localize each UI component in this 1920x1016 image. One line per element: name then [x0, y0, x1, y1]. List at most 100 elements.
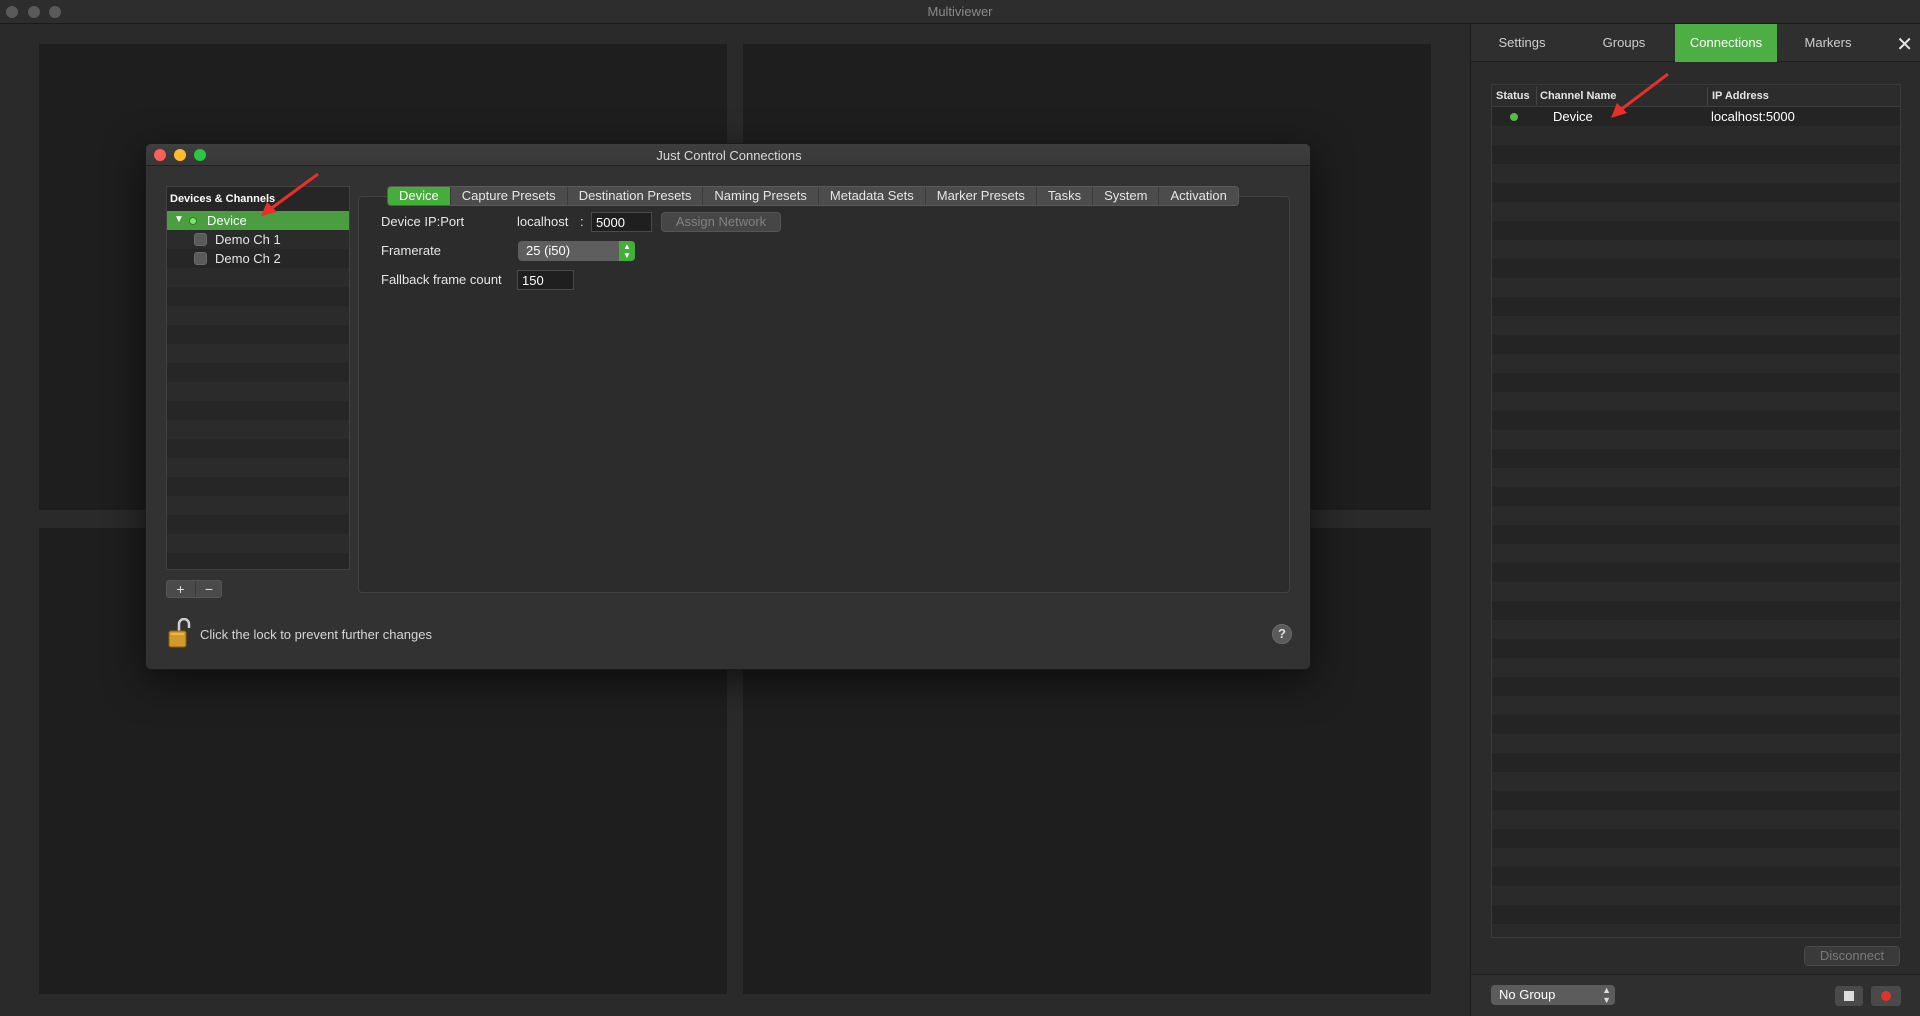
window-title: Multiviewer: [927, 4, 993, 19]
table-row[interactable]: Device localhost:5000: [1492, 107, 1900, 126]
close-icon[interactable]: ✕: [1896, 32, 1913, 57]
tab-system[interactable]: System: [1093, 187, 1160, 205]
table-stripe: [1492, 316, 1900, 335]
tab-destination-presets[interactable]: Destination Presets: [568, 187, 704, 205]
connections-table: Status Channel Name IP Address Device lo…: [1491, 84, 1901, 938]
table-stripe: [1492, 506, 1900, 525]
disclosure-triangle-icon[interactable]: ▼: [174, 214, 184, 225]
table-stripe: [1492, 449, 1900, 468]
column-header-status[interactable]: Status: [1496, 90, 1530, 102]
stop-icon[interactable]: [1835, 986, 1863, 1006]
group-select-value: No Group: [1499, 987, 1556, 1002]
record-icon[interactable]: [1871, 986, 1901, 1006]
tab-metadata-sets[interactable]: Metadata Sets: [819, 187, 926, 205]
arrow-annotation-icon: [261, 172, 319, 216]
framerate-select[interactable]: 25 (i50) ▲ ▼: [518, 241, 635, 261]
host-value: localhost: [517, 214, 569, 229]
add-device-button[interactable]: +: [167, 581, 194, 597]
device-label: Device: [207, 213, 247, 228]
table-stripe: [1492, 639, 1900, 658]
list-stripe: [167, 477, 349, 496]
tab-capture-presets[interactable]: Capture Presets: [451, 187, 568, 205]
panel-bottom-bar: No Group ▲ ▼: [1471, 974, 1920, 1016]
table-stripe: [1492, 772, 1900, 791]
table-header: Status Channel Name IP Address: [1492, 85, 1900, 107]
table-stripe: [1492, 221, 1900, 240]
disconnect-button[interactable]: Disconnect: [1804, 946, 1900, 966]
table-stripe: [1492, 240, 1900, 259]
table-stripe: [1492, 601, 1900, 620]
list-stripe: [167, 420, 349, 439]
table-stripe: [1492, 297, 1900, 316]
table-stripe: [1492, 164, 1900, 183]
table-stripe: [1492, 715, 1900, 734]
device-ip-port-label: Device IP:Port: [381, 214, 465, 229]
table-stripe: [1492, 145, 1900, 164]
table-stripe: [1492, 886, 1900, 905]
ip-address-cell: localhost:5000: [1711, 109, 1795, 124]
main-titlebar: Multiviewer: [0, 0, 1920, 24]
table-stripe: [1492, 354, 1900, 373]
list-stripe: [167, 344, 349, 363]
help-icon[interactable]: ?: [1272, 624, 1292, 644]
assign-network-button[interactable]: Assign Network: [661, 212, 781, 232]
channel-checkbox[interactable]: [194, 233, 207, 246]
tab-settings[interactable]: Settings: [1471, 24, 1573, 62]
device-settings-box: [358, 196, 1290, 593]
list-stripe: [167, 306, 349, 325]
dialog-title: Just Control Connections: [656, 148, 802, 163]
tab-marker-presets[interactable]: Marker Presets: [926, 187, 1037, 205]
chevron-updown-icon: ▲ ▼: [1602, 985, 1611, 1005]
table-stripe: [1492, 126, 1900, 145]
tab-tasks[interactable]: Tasks: [1037, 187, 1094, 205]
tab-naming-presets[interactable]: Naming Presets: [703, 187, 819, 205]
list-stripe: [167, 401, 349, 420]
framerate-label: Framerate: [381, 243, 441, 258]
tab-activation[interactable]: Activation: [1159, 187, 1237, 205]
lock-icon[interactable]: [168, 618, 192, 650]
table-stripe: [1492, 924, 1900, 937]
tab-device[interactable]: Device: [388, 187, 451, 205]
status-indicator: [1510, 113, 1518, 121]
table-stripe: [1492, 696, 1900, 715]
devices-channels-list: Devices & Channels ▼ Device Demo Ch 1 De…: [166, 186, 350, 570]
side-panel: Settings Groups Connections Markers ✕ St…: [1470, 24, 1920, 1016]
table-stripe: [1492, 582, 1900, 601]
table-stripe: [1492, 734, 1900, 753]
group-select[interactable]: No Group ▲ ▼: [1491, 985, 1615, 1005]
tab-groups[interactable]: Groups: [1573, 24, 1675, 62]
panel-tabs: Settings Groups Connections Markers ✕: [1471, 24, 1920, 62]
list-stripe: [167, 515, 349, 534]
channel-checkbox[interactable]: [194, 252, 207, 265]
table-stripe: [1492, 373, 1900, 392]
table-stripe: [1492, 487, 1900, 506]
port-input[interactable]: [591, 212, 652, 232]
tab-markers[interactable]: Markers: [1777, 24, 1879, 62]
list-stripe: [167, 268, 349, 287]
table-stripe: [1492, 544, 1900, 563]
table-stripe: [1492, 183, 1900, 202]
table-stripe: [1492, 905, 1900, 924]
channel-row[interactable]: Demo Ch 1: [167, 230, 349, 249]
tab-connections[interactable]: Connections: [1675, 24, 1777, 62]
table-stripe: [1492, 259, 1900, 278]
list-stripe: [167, 534, 349, 553]
table-stripe: [1492, 620, 1900, 639]
arrow-annotation-icon: [1611, 72, 1669, 118]
channel-row[interactable]: Demo Ch 2: [167, 249, 349, 268]
table-stripe: [1492, 278, 1900, 297]
table-stripe: [1492, 411, 1900, 430]
list-stripe: [167, 458, 349, 477]
port-separator: :: [580, 214, 584, 229]
list-stripe: [167, 496, 349, 515]
column-header-ip-address[interactable]: IP Address: [1712, 90, 1769, 102]
connections-dialog: Just Control Connections Devices & Chann…: [145, 143, 1311, 670]
table-stripe: [1492, 658, 1900, 677]
remove-device-button[interactable]: −: [195, 581, 222, 597]
table-stripe: [1492, 753, 1900, 772]
table-stripe: [1492, 392, 1900, 411]
table-stripe: [1492, 563, 1900, 582]
table-stripe: [1492, 677, 1900, 696]
fallback-frame-count-input[interactable]: [517, 270, 574, 290]
framerate-value: 25 (i50): [526, 243, 571, 258]
